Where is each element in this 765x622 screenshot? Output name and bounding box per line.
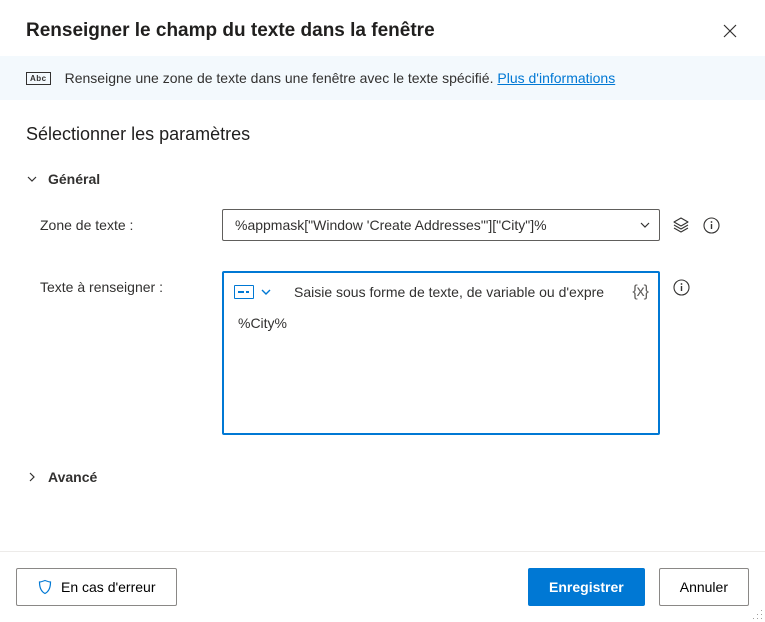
info-icon <box>673 279 690 296</box>
dialog-title: Renseigner le champ du texte dans la fen… <box>26 20 435 42</box>
text-info-button[interactable] <box>672 271 690 303</box>
input-type-icon <box>234 285 254 299</box>
general-accordion-header[interactable]: Général <box>26 171 739 187</box>
close-icon <box>723 24 737 38</box>
chevron-down-icon <box>639 219 651 231</box>
info-banner: Abc Renseigne une zone de texte dans une… <box>0 56 765 100</box>
info-text: Renseigne une zone de texte dans une fen… <box>65 70 616 86</box>
chevron-down-icon <box>26 173 38 185</box>
text-placeholder: Saisie sous forme de texte, de variable … <box>294 284 626 300</box>
layers-icon <box>672 216 690 234</box>
textbox-dropdown[interactable]: %appmask["Window 'Create Addresses'"]["C… <box>222 209 660 241</box>
textbox-param-label: Zone de texte : <box>40 209 222 233</box>
abc-icon: Abc <box>26 72 51 85</box>
shield-icon <box>37 579 53 595</box>
info-icon <box>703 217 720 234</box>
textbox-info-button[interactable] <box>702 209 720 241</box>
cancel-button[interactable]: Annuler <box>659 568 749 606</box>
on-error-button[interactable]: En cas d'erreur <box>16 568 177 606</box>
chevron-down-icon[interactable] <box>260 286 272 298</box>
advanced-accordion-header[interactable]: Avancé <box>26 469 739 485</box>
info-description: Renseigne une zone de texte dans une fen… <box>65 70 498 86</box>
text-to-fill-value: %City% <box>234 315 648 331</box>
text-to-fill-label: Texte à renseigner : <box>40 271 222 295</box>
ui-element-picker-button[interactable] <box>672 209 690 241</box>
more-info-link[interactable]: Plus d'informations <box>497 70 615 86</box>
variable-picker-button[interactable]: {x} <box>632 283 648 301</box>
textbox-dropdown-value: %appmask["Window 'Create Addresses'"]["C… <box>235 217 639 233</box>
dialog-footer: En cas d'erreur Enregistrer Annuler <box>0 551 765 622</box>
save-button[interactable]: Enregistrer <box>528 568 645 606</box>
close-button[interactable] <box>717 18 743 44</box>
chevron-right-icon <box>26 471 38 483</box>
general-label: Général <box>48 171 100 187</box>
resize-grip[interactable] <box>753 610 763 620</box>
text-to-fill-input[interactable]: Saisie sous forme de texte, de variable … <box>222 271 660 435</box>
advanced-label: Avancé <box>48 469 97 485</box>
section-title: Sélectionner les paramètres <box>26 124 739 145</box>
on-error-label: En cas d'erreur <box>61 579 156 595</box>
